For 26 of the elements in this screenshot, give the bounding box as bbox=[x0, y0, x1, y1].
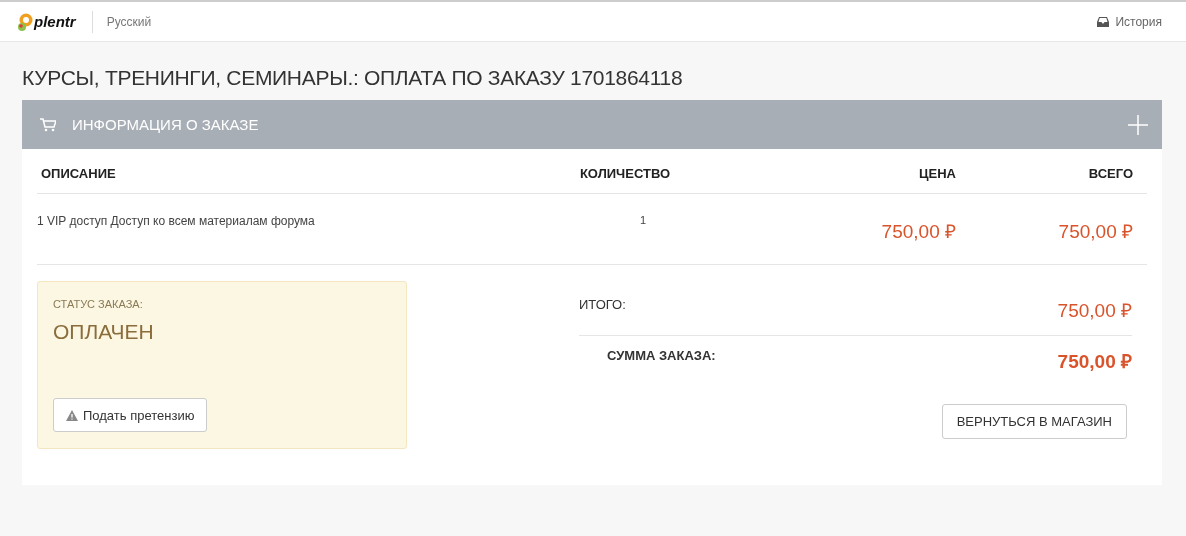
history-link[interactable]: История bbox=[1097, 14, 1162, 29]
page-title: КУРСЫ, ТРЕНИНГИ, СЕМИНАРЫ.: ОПЛАТА ПО ЗАКАЗУ 1701864118 bbox=[22, 66, 684, 90]
column-header: ОПИСАНИЕ bbox=[37, 149, 550, 194]
column-header: ВСЕГО bbox=[970, 149, 1147, 194]
status-value: ОПЛАЧЕН bbox=[53, 320, 155, 344]
warning-icon bbox=[66, 409, 78, 421]
language-selector[interactable]: Русский bbox=[106, 14, 152, 29]
status-label: СТАТУС ЗАКАЗА: bbox=[53, 298, 144, 310]
summary-value: 750,00 ₽ bbox=[1057, 299, 1132, 323]
cart-icon bbox=[40, 117, 56, 132]
claim-button[interactable]: Подать претензию bbox=[53, 398, 208, 432]
summary-value: 750,00 ₽ bbox=[1057, 350, 1132, 374]
price-cell: 750,00 ₽ bbox=[710, 194, 970, 265]
panel-title: ИНФОРМАЦИЯ О ЗАКАЗЕ bbox=[72, 116, 259, 133]
logo-icon bbox=[17, 11, 33, 32]
back-to-shop-button[interactable]: ВЕРНУТЬСЯ В МАГАЗИН bbox=[941, 404, 1127, 439]
summary-label: ИТОГО: bbox=[579, 297, 626, 314]
description-cell: 1 VIP доступ Доступ ко всем материалам форума bbox=[37, 194, 550, 265]
expand-button[interactable] bbox=[1128, 114, 1148, 135]
column-header: КОЛИЧЕСТВО bbox=[550, 149, 710, 194]
logo-text: plentr bbox=[34, 13, 76, 30]
quantity-cell: 1 bbox=[550, 194, 710, 265]
summary-label: СУММА ЗАКАЗА: bbox=[607, 348, 716, 365]
total-cell: 750,00 ₽ bbox=[970, 194, 1147, 265]
column-header: ЦЕНА bbox=[710, 149, 970, 194]
inbox-icon bbox=[1097, 16, 1110, 27]
